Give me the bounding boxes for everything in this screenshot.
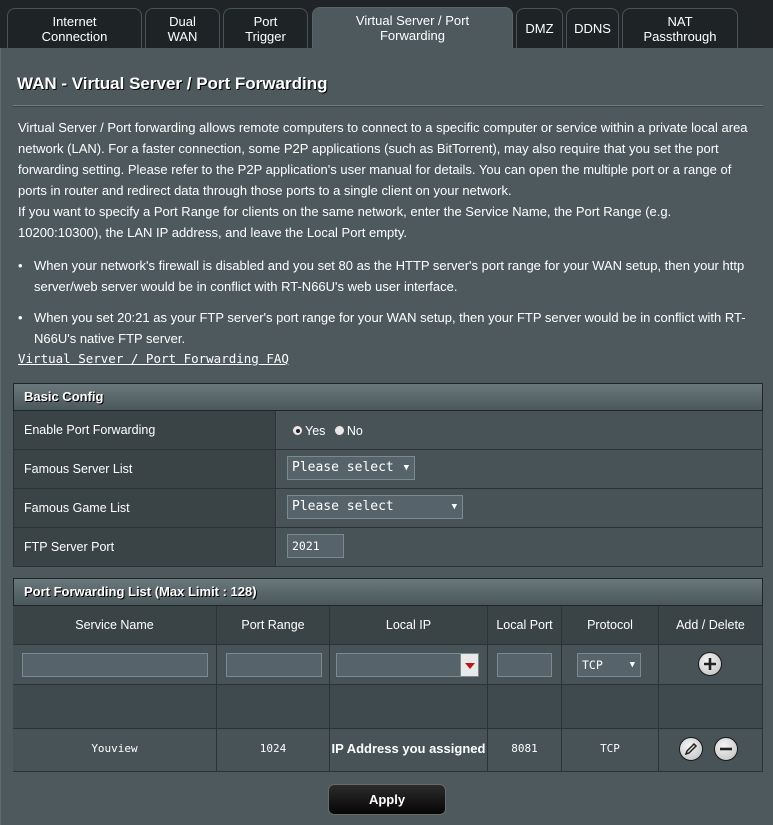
ftp-server-port-row: FTP Server Port 2021 [13, 528, 763, 567]
chevron-down-icon: ▼ [403, 463, 409, 473]
faq-link[interactable]: Virtual Server / Port Forwarding FAQ [18, 351, 289, 366]
apply-button[interactable]: Apply [328, 784, 446, 815]
tab-port-trigger[interactable]: Port Trigger [223, 8, 308, 48]
enable-port-forwarding-value: Yes No [277, 411, 762, 449]
entry-actions-cell [659, 729, 763, 772]
col-header-protocol: Protocol [562, 606, 659, 645]
minus-icon [720, 747, 732, 751]
notes-list: When your network's firewall is disabled… [18, 255, 758, 359]
content-panel: WAN - Virtual Server / Port Forwarding V… [0, 48, 773, 825]
new-local-ip-cell [330, 645, 488, 685]
spacer-cell [217, 685, 330, 729]
famous-game-select-value: Please select [292, 499, 394, 514]
new-protocol-select[interactable]: TCP ▼ [577, 653, 641, 677]
entry-protocol: TCP [562, 729, 659, 772]
col-header-local-port: Local Port [488, 606, 562, 645]
basic-config-heading: Basic Config [13, 383, 763, 411]
spacer-cell [330, 685, 488, 729]
tab-internet-connection[interactable]: Internet Connection [7, 8, 142, 48]
entry-service-name: Youview [13, 729, 217, 772]
col-header-add-delete: Add / Delete [659, 606, 763, 645]
famous-server-select[interactable]: Please select ▼ [287, 456, 415, 480]
famous-server-list-value: Please select ▼ [277, 450, 762, 488]
page-title: WAN - Virtual Server / Port Forwarding [17, 74, 328, 93]
famous-game-list-row: Famous Game List Please select ▼ [13, 489, 763, 528]
spacer-cell [488, 685, 562, 729]
col-header-port-range: Port Range [217, 606, 330, 645]
enable-port-forwarding-label: Enable Port Forwarding [14, 411, 276, 449]
new-service-name-input[interactable] [22, 653, 208, 677]
spacer-cell [13, 685, 217, 729]
description: Virtual Server / Port forwarding allows … [18, 117, 758, 243]
edit-entry-button[interactable] [679, 737, 703, 761]
tab-dmz[interactable]: DMZ [516, 8, 563, 48]
enable-no-label: No [346, 423, 363, 438]
new-local-port-input[interactable] [497, 653, 552, 677]
tab-bar: Internet Connection Dual WAN Port Trigge… [0, 0, 773, 48]
ftp-server-port-label: FTP Server Port [14, 528, 276, 566]
description-text-2: If you want to specify a Port Range for … [18, 204, 672, 240]
entry-port-range: 1024 [217, 729, 330, 772]
col-header-local-ip: Local IP [330, 606, 488, 645]
pencil-icon [684, 742, 698, 756]
new-add-cell [659, 645, 763, 685]
new-protocol-cell: TCP ▼ [562, 645, 659, 685]
famous-game-list-label: Famous Game List [14, 489, 276, 527]
delete-entry-button[interactable] [714, 737, 738, 761]
famous-server-list-label: Famous Server List [14, 450, 276, 488]
famous-server-select-value: Please select [292, 460, 394, 475]
new-protocol-value: TCP [582, 658, 603, 672]
tab-virtual-server[interactable]: Virtual Server / Port Forwarding [312, 7, 513, 48]
tab-ddns[interactable]: DDNS [566, 8, 619, 48]
description-text: Virtual Server / Port forwarding allows … [18, 120, 748, 198]
spacer-cell [562, 685, 659, 729]
chevron-down-icon: ▼ [629, 660, 635, 670]
dropdown-arrow-icon[interactable] [460, 654, 478, 676]
enable-yes-radio[interactable] [292, 425, 303, 437]
plus-icon [704, 658, 716, 670]
title-divider [13, 105, 763, 107]
ftp-server-port-input[interactable]: 2021 [287, 534, 344, 558]
col-header-service-name: Service Name [13, 606, 217, 645]
entry-local-port: 8081 [488, 729, 562, 772]
note-item-ftp: When you set 20:21 as your FTP server's … [18, 307, 758, 349]
note-item-http: When your network's firewall is disabled… [18, 255, 758, 297]
new-service-name-cell [13, 645, 217, 685]
add-entry-button[interactable] [698, 652, 722, 676]
enable-port-forwarding-row: Enable Port Forwarding Yes No [13, 411, 763, 450]
new-port-range-input[interactable] [226, 653, 322, 677]
famous-game-list-value: Please select ▼ [277, 489, 762, 527]
enable-yes-label: Yes [305, 423, 326, 438]
famous-server-list-row: Famous Server List Please select ▼ [13, 450, 763, 489]
entry-local-ip: IP Address you assigned [330, 729, 488, 772]
new-port-range-cell [217, 645, 330, 685]
forward-list-heading: Port Forwarding List (Max Limit : 128) [13, 578, 763, 606]
famous-game-select[interactable]: Please select ▼ [287, 495, 463, 519]
enable-no-radio[interactable] [333, 425, 345, 437]
new-local-ip-input[interactable] [336, 653, 479, 677]
chevron-down-icon: ▼ [451, 502, 457, 512]
tab-nat-passthrough[interactable]: NAT Passthrough [622, 8, 738, 48]
ftp-server-port-value: 2021 [277, 528, 762, 566]
spacer-cell [659, 685, 763, 729]
new-local-port-cell [488, 645, 562, 685]
tab-dual-wan[interactable]: Dual WAN [145, 8, 220, 48]
